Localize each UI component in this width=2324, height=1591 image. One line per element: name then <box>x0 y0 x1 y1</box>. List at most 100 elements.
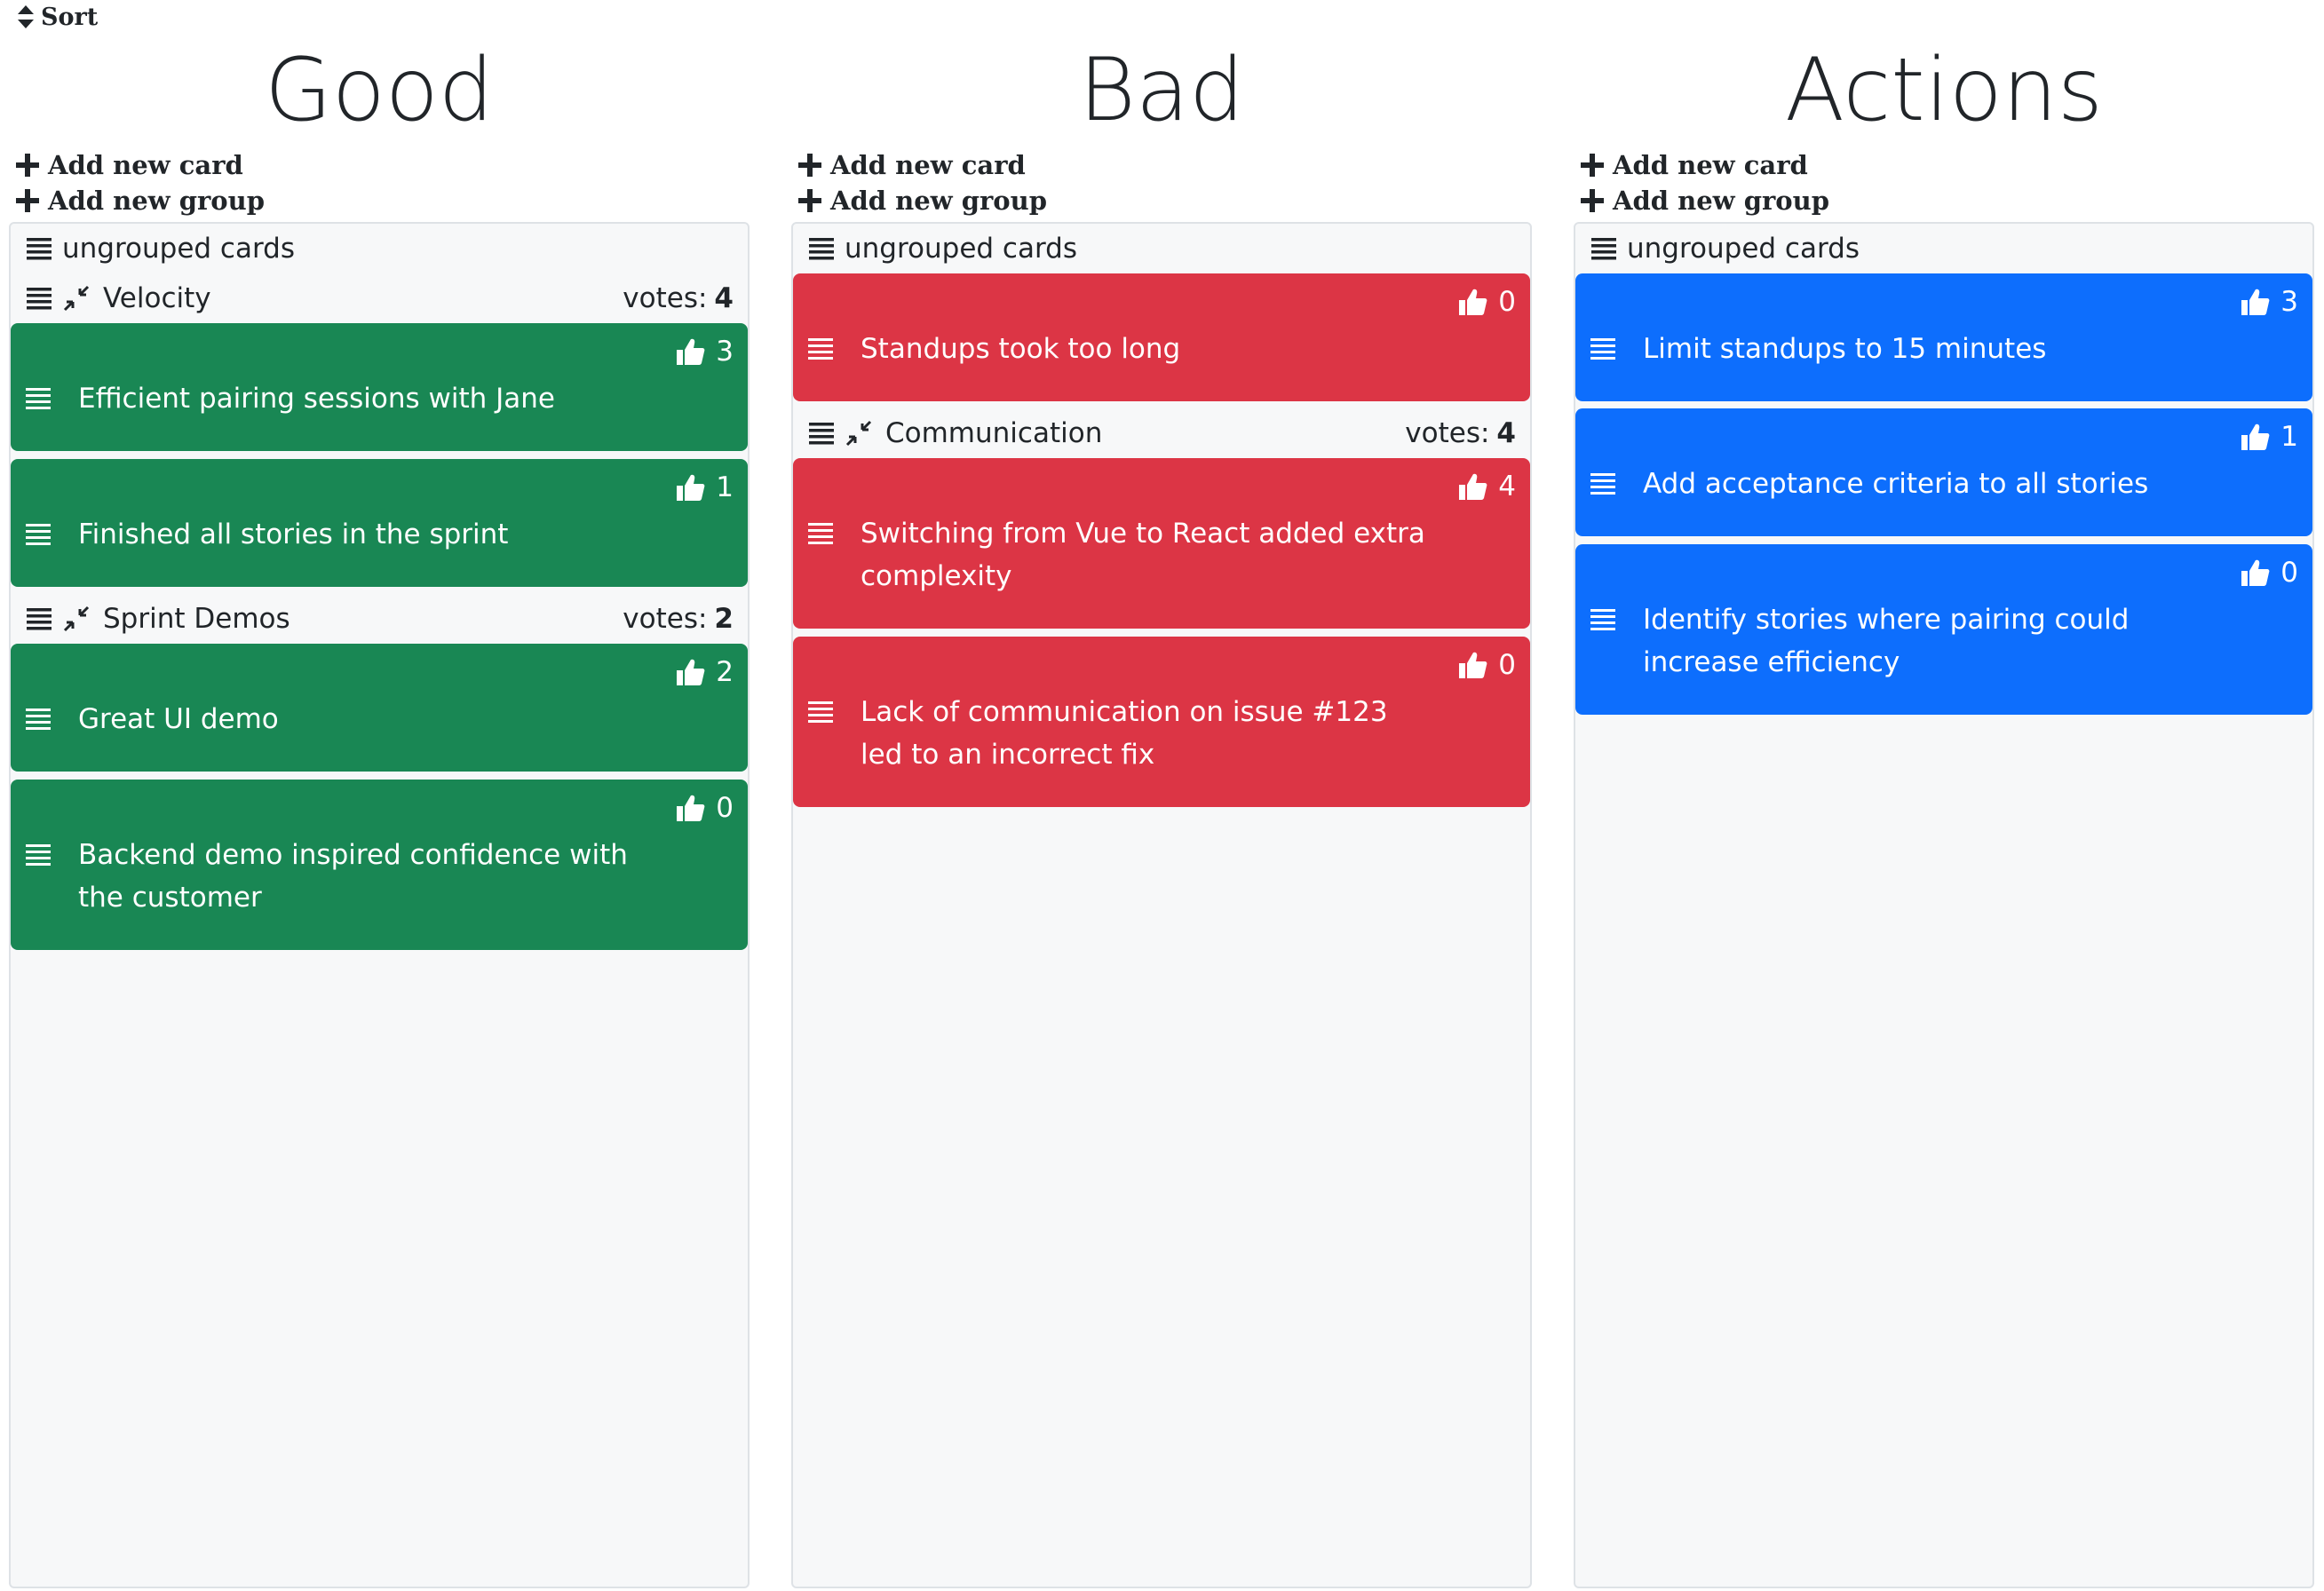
vote-count: 0 <box>716 792 734 824</box>
card[interactable]: 2 Great UI demo <box>11 644 748 772</box>
ungrouped-label: ungrouped cards <box>62 233 296 265</box>
thumbs-up-icon <box>1459 289 1487 315</box>
group-header-velocity: Velocity votes: 4 <box>11 273 748 323</box>
vote-count: 2 <box>716 656 734 688</box>
card[interactable]: 0 Backend demo inspired confidence with … <box>11 780 748 950</box>
vote-button[interactable]: 0 <box>1457 649 1516 681</box>
card[interactable]: 4 Switching from Vue to React added extr… <box>793 458 1530 629</box>
thumbs-up-icon <box>1459 473 1487 500</box>
vote-button[interactable]: 1 <box>2240 421 2298 453</box>
group-name[interactable]: Velocity <box>103 282 623 314</box>
column-good: Good Add new card Add new group ungroupe… <box>9 0 750 1591</box>
card-text[interactable]: Lack of communication on issue #123 led … <box>861 691 1429 776</box>
thumbs-up-icon <box>677 795 705 821</box>
vote-count: 3 <box>716 336 734 368</box>
card[interactable]: 1 Add acceptance criteria to all stories <box>1575 408 2312 536</box>
thumbs-up-icon <box>677 659 705 685</box>
card[interactable]: 0 Identify stories where pairing could i… <box>1575 544 2312 715</box>
thumbs-up-icon <box>2241 423 2270 450</box>
drag-handle-icon[interactable] <box>807 420 836 447</box>
drag-handle-icon[interactable] <box>25 521 52 548</box>
vote-count: 1 <box>2280 421 2298 453</box>
vote-button[interactable]: 3 <box>2240 286 2298 318</box>
add-card-label: Add new card <box>48 150 243 180</box>
vote-count: 0 <box>2280 557 2298 589</box>
card-text[interactable]: Standups took too long <box>861 328 1429 370</box>
card[interactable]: 0 Lack of communication on issue #123 le… <box>793 637 1530 807</box>
add-group-label: Add new group <box>1613 186 1830 216</box>
drag-handle-icon[interactable] <box>25 706 52 732</box>
drag-handle-icon[interactable] <box>1590 606 1616 633</box>
card[interactable]: 0 Standups took too long <box>793 273 1530 401</box>
group-votes-label: votes: <box>623 282 708 314</box>
drag-handle-icon[interactable] <box>807 699 834 725</box>
group-header-sprint-demos: Sprint Demos votes: 2 <box>11 594 748 644</box>
ungrouped-header: ungrouped cards <box>793 224 1530 273</box>
plus-icon <box>16 154 39 177</box>
add-group-button[interactable]: Add new group <box>14 185 265 217</box>
drag-handle-icon[interactable] <box>25 842 52 868</box>
vote-button[interactable]: 0 <box>2240 557 2298 589</box>
add-card-button[interactable]: Add new card <box>1579 149 1808 181</box>
plus-icon <box>1581 189 1604 212</box>
card[interactable]: 3 Efficient pairing sessions with Jane <box>11 323 748 451</box>
vote-button[interactable]: 2 <box>675 656 734 688</box>
thumbs-up-icon <box>2241 559 2270 586</box>
add-card-button[interactable]: Add new card <box>797 149 1026 181</box>
vote-count: 4 <box>1498 471 1516 503</box>
vote-button[interactable]: 1 <box>675 471 734 503</box>
vote-button[interactable]: 4 <box>1457 471 1516 503</box>
card[interactable]: 1 Finished all stories in the sprint <box>11 459 748 587</box>
plus-icon <box>798 189 821 212</box>
drag-handle-icon[interactable] <box>807 520 834 547</box>
add-group-button[interactable]: Add new group <box>797 185 1047 217</box>
drag-handle-icon[interactable] <box>807 336 834 362</box>
drag-handle-icon[interactable] <box>1590 471 1616 497</box>
add-card-label: Add new card <box>1613 150 1808 180</box>
group-votes-label: votes: <box>1405 417 1490 449</box>
drag-handle-icon[interactable] <box>807 235 836 262</box>
group-name[interactable]: Sprint Demos <box>103 603 623 635</box>
drag-handle-icon[interactable] <box>25 235 53 262</box>
vote-count: 0 <box>1498 286 1516 318</box>
card-text[interactable]: Efficient pairing sessions with Jane <box>78 377 646 420</box>
card-text[interactable]: Switching from Vue to React added extra … <box>861 512 1429 598</box>
drag-handle-icon[interactable] <box>1590 336 1616 362</box>
card-text[interactable]: Great UI demo <box>78 698 646 740</box>
column-title: Good <box>264 40 495 141</box>
card-board: ungrouped cards 3 Limit standups to 15 m… <box>1574 222 2314 1588</box>
drag-handle-icon[interactable] <box>25 285 53 312</box>
ungrouped-label: ungrouped cards <box>1627 233 1860 265</box>
ungrouped-label: ungrouped cards <box>845 233 1078 265</box>
drag-handle-icon[interactable] <box>25 606 53 632</box>
group-name[interactable]: Communication <box>885 417 1405 449</box>
vote-button[interactable]: 0 <box>675 792 734 824</box>
group-votes-count: 2 <box>714 603 734 635</box>
card-text[interactable]: Add acceptance criteria to all stories <box>1643 463 2211 505</box>
thumbs-up-icon <box>1459 652 1487 678</box>
thumbs-up-icon <box>677 474 705 501</box>
compress-icon[interactable] <box>845 419 873 447</box>
card[interactable]: 3 Limit standups to 15 minutes <box>1575 273 2312 401</box>
add-group-label: Add new group <box>830 186 1048 216</box>
ungrouped-header: ungrouped cards <box>1575 224 2312 273</box>
card-board: ungrouped cards Velocity votes: 4 3 Effi… <box>9 222 750 1588</box>
plus-icon <box>1581 154 1604 177</box>
vote-button[interactable]: 0 <box>1457 286 1516 318</box>
compress-icon[interactable] <box>62 605 91 633</box>
plus-icon <box>798 154 821 177</box>
group-votes-count: 4 <box>714 282 734 314</box>
vote-button[interactable]: 3 <box>675 336 734 368</box>
ungrouped-header: ungrouped cards <box>11 224 748 273</box>
drag-handle-icon[interactable] <box>1590 235 1618 262</box>
thumbs-up-icon <box>2241 289 2270 315</box>
group-votes-label: votes: <box>623 603 708 635</box>
drag-handle-icon[interactable] <box>25 385 52 412</box>
card-text[interactable]: Limit standups to 15 minutes <box>1643 328 2211 370</box>
card-text[interactable]: Identify stories where pairing could inc… <box>1643 598 2211 684</box>
card-text[interactable]: Backend demo inspired confidence with th… <box>78 834 646 919</box>
card-text[interactable]: Finished all stories in the sprint <box>78 513 646 556</box>
compress-icon[interactable] <box>62 284 91 313</box>
add-group-button[interactable]: Add new group <box>1579 185 1829 217</box>
add-card-button[interactable]: Add new card <box>14 149 243 181</box>
